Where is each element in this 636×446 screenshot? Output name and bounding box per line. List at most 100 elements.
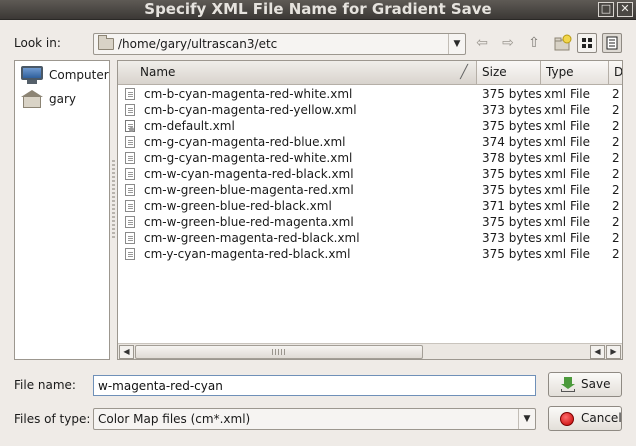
column-headers: Name ╱ Size Type Date Modified (118, 61, 622, 85)
file-type: xml File (544, 167, 591, 181)
new-folder-icon[interactable] (552, 33, 572, 53)
file-name: cm-w-green-blue-magenta-red.xml (144, 183, 354, 197)
file-name: cm-b-cyan-magenta-red-yellow.xml (144, 103, 357, 117)
table-row[interactable]: cm-w-green-blue-red-black.xml 371 bytes xm… (118, 198, 622, 214)
chevron-down-icon[interactable]: ▼ (448, 34, 465, 54)
sidebar-item-computer[interactable]: Computer (15, 63, 109, 87)
parent-directory-icon[interactable]: ⇧ (524, 33, 544, 53)
file-name: cm-y-cyan-magenta-red-black.xml (144, 247, 351, 261)
file-size: 374 bytes (482, 135, 542, 149)
scroll-left-button[interactable]: ◀ (119, 345, 134, 359)
save-icon (561, 377, 575, 392)
file-type-combo[interactable]: Color Map files (cm*.xml) ▼ (93, 408, 536, 430)
pane-splitter[interactable] (112, 160, 115, 240)
back-icon[interactable]: ⇦ (472, 33, 492, 53)
table-row[interactable]: cm-b-cyan-magenta-red-white.xml 375 bytes… (118, 86, 622, 102)
sidebar-item-gary[interactable]: gary (15, 87, 109, 111)
maximize-button[interactable]: □ (598, 2, 614, 17)
file-size: 378 bytes (482, 151, 542, 165)
file-icon (125, 248, 135, 260)
file-date: 2 (612, 135, 620, 149)
header-name[interactable]: Name ╱ (118, 61, 477, 85)
title-bar: Specify XML File Name for Gradient Save … (0, 0, 636, 20)
file-date: 2 (612, 183, 620, 197)
file-size: 375 bytes (482, 119, 542, 133)
cancel-label: Cancel (581, 411, 622, 425)
cancel-icon (560, 412, 574, 426)
table-row[interactable]: cm-g-cyan-magenta-red-blue.xml 374 bytes x… (118, 134, 622, 150)
file-name: cm-w-green-blue-red-black.xml (144, 199, 332, 213)
folder-icon (98, 35, 114, 50)
file-date: 2 (612, 247, 620, 261)
forward-icon[interactable]: ⇨ (498, 33, 518, 53)
table-row[interactable]: cm-w-green-blue-magenta-red.xml 375 bytes… (118, 182, 622, 198)
file-name: cm-default.xml (144, 119, 235, 133)
file-icon (125, 232, 135, 244)
horizontal-scrollbar[interactable]: ◀ ◀ ▶ (118, 343, 622, 359)
file-type: xml File (544, 119, 591, 133)
file-date: 2 (612, 103, 620, 117)
table-row[interactable]: cm-w-green-magenta-red-black.xml 373 byte… (118, 230, 622, 246)
list-view-button[interactable] (577, 33, 597, 53)
file-icon (125, 88, 135, 100)
table-row[interactable]: cm-w-green-blue-red-magenta.xml 375 bytes… (118, 214, 622, 230)
header-name-label: Name (140, 65, 176, 79)
scroll-left-button-2[interactable]: ◀ (590, 345, 605, 359)
sort-indicator-icon: ╱ (460, 65, 468, 80)
scroll-thumb[interactable] (135, 345, 423, 359)
file-date: 2 (612, 215, 620, 229)
look-in-combo[interactable]: /home/gary/ultrascan3/etc ▼ (93, 33, 466, 55)
computer-icon (21, 66, 43, 84)
file-type: xml File (544, 215, 591, 229)
home-folder-icon (21, 90, 43, 108)
file-type: xml File (544, 103, 591, 117)
table-row[interactable]: cm-default.xml 375 bytes xml File 2 (118, 118, 622, 134)
file-list: Name ╱ Size Type Date Modified cm-b-cyan… (117, 60, 623, 360)
look-in-label: Look in: (14, 36, 61, 50)
file-size: 375 bytes (482, 183, 542, 197)
cancel-button[interactable]: Cancel (548, 406, 622, 431)
sidebar-item-label: gary (49, 92, 77, 106)
file-name: cm-w-green-blue-red-magenta.xml (144, 215, 354, 229)
chevron-down-icon[interactable]: ▼ (518, 409, 535, 429)
look-in-path: /home/gary/ultrascan3/etc (118, 37, 278, 51)
file-size: 373 bytes (482, 231, 542, 245)
file-icon (125, 120, 135, 132)
file-type: xml File (544, 135, 591, 149)
file-type: xml File (544, 247, 591, 261)
header-size[interactable]: Size (477, 61, 541, 85)
save-button[interactable]: Save (548, 372, 622, 397)
file-type-value: Color Map files (cm*.xml) (98, 412, 251, 426)
header-type[interactable]: Type (541, 61, 609, 85)
file-type: xml File (544, 151, 591, 165)
header-date[interactable]: Date Modified (609, 61, 622, 85)
window-title: Specify XML File Name for Gradient Save (144, 0, 492, 18)
table-row[interactable]: cm-b-cyan-magenta-red-yellow.xml 373 byte… (118, 102, 622, 118)
file-icon (125, 200, 135, 212)
save-label: Save (581, 377, 611, 391)
table-row[interactable]: cm-w-cyan-magenta-red-black.xml 375 bytes… (118, 166, 622, 182)
file-icon (125, 184, 135, 196)
file-date: 2 (612, 119, 620, 133)
file-name: cm-g-cyan-magenta-red-blue.xml (144, 135, 346, 149)
file-icon (125, 104, 135, 116)
file-icon (125, 152, 135, 164)
grid-icon (582, 38, 592, 48)
file-name-label: File name: (14, 378, 76, 392)
table-row[interactable]: cm-y-cyan-magenta-red-black.xml 375 bytes… (118, 246, 622, 262)
file-name-input[interactable] (93, 375, 536, 396)
file-size: 375 bytes (482, 167, 542, 181)
file-name: cm-g-cyan-magenta-red-white.xml (144, 151, 353, 165)
file-icon (125, 168, 135, 180)
file-icon (125, 136, 135, 148)
file-type: xml File (544, 183, 591, 197)
file-size: 375 bytes (482, 87, 542, 101)
table-row[interactable]: cm-g-cyan-magenta-red-white.xml 378 bytes… (118, 150, 622, 166)
file-size: 373 bytes (482, 103, 542, 117)
scroll-right-button[interactable]: ▶ (606, 345, 621, 359)
close-button[interactable]: ✕ (617, 2, 633, 17)
file-date: 2 (612, 151, 620, 165)
sidebar-item-label: Computer (49, 68, 109, 82)
file-name: cm-w-cyan-magenta-red-black.xml (144, 167, 354, 181)
detail-view-button[interactable] (602, 33, 622, 53)
